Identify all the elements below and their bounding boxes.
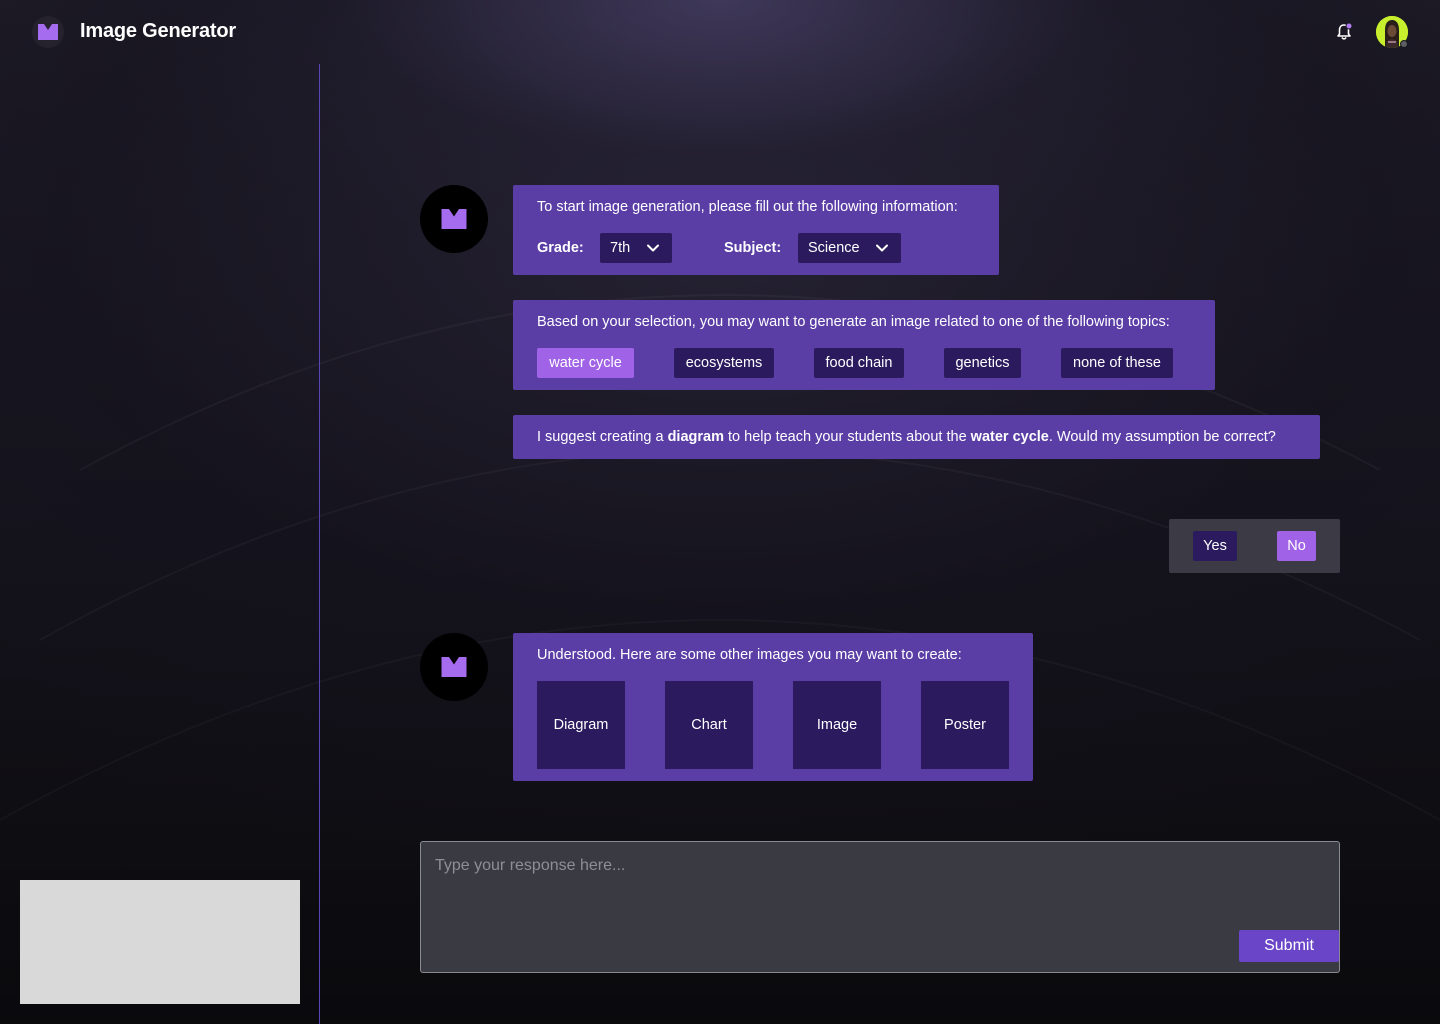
topic-chip-genetics[interactable]: genetics — [944, 348, 1021, 378]
subject-value: Science — [808, 240, 860, 256]
response-input[interactable] — [421, 842, 1339, 972]
yes-button[interactable]: Yes — [1193, 531, 1237, 561]
sidebar-panel-placeholder — [20, 880, 300, 1004]
topics-message: Based on your selection, you may want to… — [513, 300, 1215, 390]
presence-indicator — [1400, 40, 1408, 48]
subject-select[interactable]: Science — [798, 233, 901, 263]
sidebar-divider — [319, 64, 320, 1024]
option-chart[interactable]: Chart — [665, 681, 753, 769]
grade-select[interactable]: 7th — [600, 233, 672, 263]
bell-icon — [1337, 22, 1353, 40]
option-poster[interactable]: Poster — [921, 681, 1009, 769]
app-logo[interactable] — [32, 16, 64, 48]
submit-button[interactable]: Submit — [1239, 930, 1339, 962]
topic-chip-ecosystems[interactable]: ecosystems — [674, 348, 774, 378]
app-title: Image Generator — [80, 20, 236, 42]
suggested-topic: water cycle — [970, 429, 1049, 445]
suggestion-text: I suggest creating a diagram to help tea… — [537, 429, 1276, 445]
app-header: Image Generator — [0, 0, 1440, 64]
no-button[interactable]: No — [1277, 531, 1316, 561]
intro-text: To start image generation, please fill o… — [537, 199, 958, 215]
bot-avatar — [420, 633, 488, 701]
chevron-down-icon — [647, 244, 659, 252]
suggested-type: diagram — [667, 429, 724, 445]
logo-m-icon — [38, 24, 58, 40]
intro-message: To start image generation, please fill o… — [513, 185, 999, 275]
alternatives-text: Understood. Here are some other images y… — [537, 647, 962, 663]
bot-avatar — [420, 185, 488, 253]
subject-label: Subject: — [724, 240, 782, 256]
response-composer — [420, 841, 1340, 973]
grade-label: Grade: — [537, 240, 584, 256]
logo-m-icon — [441, 657, 467, 677]
notification-button[interactable] — [1334, 22, 1354, 42]
suggestion-message: I suggest creating a diagram to help tea… — [513, 415, 1320, 459]
chevron-down-icon — [876, 244, 888, 252]
grade-value: 7th — [610, 240, 631, 256]
topic-chip-food-chain[interactable]: food chain — [814, 348, 904, 378]
option-image[interactable]: Image — [793, 681, 881, 769]
user-reply: Yes No — [1169, 519, 1340, 573]
topic-chip-water-cycle[interactable]: water cycle — [537, 348, 634, 378]
option-diagram[interactable]: Diagram — [537, 681, 625, 769]
logo-m-icon — [441, 209, 467, 229]
topic-chip-none[interactable]: none of these — [1061, 348, 1173, 378]
alternatives-message: Understood. Here are some other images y… — [513, 633, 1033, 781]
topics-text: Based on your selection, you may want to… — [537, 314, 1170, 330]
